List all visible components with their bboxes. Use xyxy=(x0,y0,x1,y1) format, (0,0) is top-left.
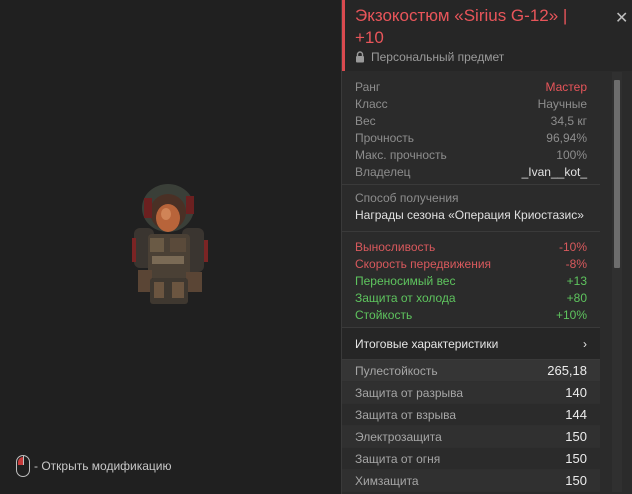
modifiers-section: Выносливость -10% Скорость передвижения … xyxy=(342,232,600,328)
resist-key: Защита от взрыва xyxy=(355,407,457,422)
chevron-right-icon: › xyxy=(583,336,587,351)
lock-icon xyxy=(356,51,364,63)
info-key: Владелец xyxy=(355,164,411,179)
scrollbar[interactable] xyxy=(612,72,622,492)
resist-row: Защита от взрыва 144 xyxy=(342,404,600,426)
resist-value: 144 xyxy=(565,407,587,422)
info-row-weight: Вес 34,5 кг xyxy=(342,112,600,129)
scrollbar-thumb[interactable] xyxy=(614,80,620,268)
resist-key: Защита от огня xyxy=(355,451,441,466)
modifier-key: Защита от холода xyxy=(355,290,456,305)
item-header: Экзокостюм «Sirius G-12» | +10 ✕ Персона… xyxy=(342,0,632,71)
info-value: 34,5 кг xyxy=(550,113,587,128)
info-row-max-durability: Макс. прочность 100% xyxy=(342,146,600,163)
modifier-value: +13 xyxy=(566,273,587,288)
modifier-row: Стойкость +10% xyxy=(342,306,600,323)
personal-text: Персональный предмет xyxy=(371,50,505,64)
item-title: Экзокостюм «Sirius G-12» | +10 xyxy=(355,6,568,47)
modifier-key: Переносимый вес xyxy=(355,273,456,288)
resist-value: 150 xyxy=(565,451,587,466)
info-key: Ранг xyxy=(355,79,381,94)
resist-key: Электрозащита xyxy=(355,429,442,444)
hint-text: - Открыть модификацию xyxy=(34,459,172,473)
mouse-left-click-icon xyxy=(16,455,30,477)
modifier-row: Выносливость -10% xyxy=(342,238,600,255)
info-value: Мастер xyxy=(545,79,587,94)
modifier-value: +80 xyxy=(566,290,587,305)
resist-key: Защита от разрыва xyxy=(355,385,464,400)
info-row-durability: Прочность 96,94% xyxy=(342,129,600,146)
modifier-row: Переносимый вес +13 xyxy=(342,272,600,289)
info-row-owner: Владелец _Ivan__kot_ xyxy=(342,163,600,180)
modifier-value: -8% xyxy=(565,256,587,271)
open-modification-hint: - Открыть модификацию xyxy=(16,455,172,477)
info-value: Научные xyxy=(537,96,587,111)
close-icon[interactable]: ✕ xyxy=(615,8,628,28)
modifier-row: Скорость передвижения -8% xyxy=(342,255,600,272)
modifier-value: +10% xyxy=(555,307,587,322)
resist-key: Химзащита xyxy=(355,473,419,488)
info-key: Макс. прочность xyxy=(355,147,447,162)
resist-value: 265,18 xyxy=(547,363,587,378)
info-row-rank: Ранг Мастер xyxy=(342,78,600,95)
info-value: _Ivan__kot_ xyxy=(521,164,587,179)
resist-row: Электрозащита 150 xyxy=(342,426,600,448)
modifier-key: Стойкость xyxy=(355,307,413,322)
resist-value: 150 xyxy=(565,429,587,444)
acquire-value: Награды сезона «Операция Криостазис» xyxy=(355,208,584,222)
info-value: 96,94% xyxy=(546,130,587,145)
resist-key: Пулестойкость xyxy=(355,363,438,378)
info-key: Класс xyxy=(355,96,388,111)
modifier-key: Выносливость xyxy=(355,239,436,254)
resist-row: Пулестойкость 265,18 xyxy=(342,360,600,382)
info-key: Вес xyxy=(355,113,376,128)
modifier-value: -10% xyxy=(558,239,587,254)
resist-value: 150 xyxy=(565,473,587,488)
exoskeleton-image xyxy=(132,184,208,304)
total-stats-button[interactable]: Итоговые характеристики › xyxy=(342,328,600,360)
info-key: Прочность xyxy=(355,130,415,145)
item-preview-area: - Открыть модификацию xyxy=(0,0,341,494)
item-details-panel: Экзокостюм «Sirius G-12» | +10 ✕ Персона… xyxy=(341,0,632,494)
info-value: 100% xyxy=(556,147,587,162)
item-stats: Ранг Мастер Класс Научные Вес 34,5 кг Пр… xyxy=(342,72,600,492)
resist-row: Защита от разрыва 140 xyxy=(342,382,600,404)
resist-value: 140 xyxy=(565,385,587,400)
acquire-section: Способ получения Награды сезона «Операци… xyxy=(342,185,600,232)
total-stats-label: Итоговые характеристики xyxy=(355,336,499,351)
modifier-row: Защита от холода +80 xyxy=(342,289,600,306)
resist-row: Защита от огня 150 xyxy=(342,448,600,470)
modifier-key: Скорость передвижения xyxy=(355,256,492,271)
acquire-label: Способ получения xyxy=(355,191,459,205)
info-section: Ранг Мастер Класс Научные Вес 34,5 кг Пр… xyxy=(342,72,600,185)
info-row-class: Класс Научные xyxy=(342,95,600,112)
personal-item-label: Персональный предмет xyxy=(355,50,504,64)
resist-row: Химзащита 150 xyxy=(342,470,600,492)
